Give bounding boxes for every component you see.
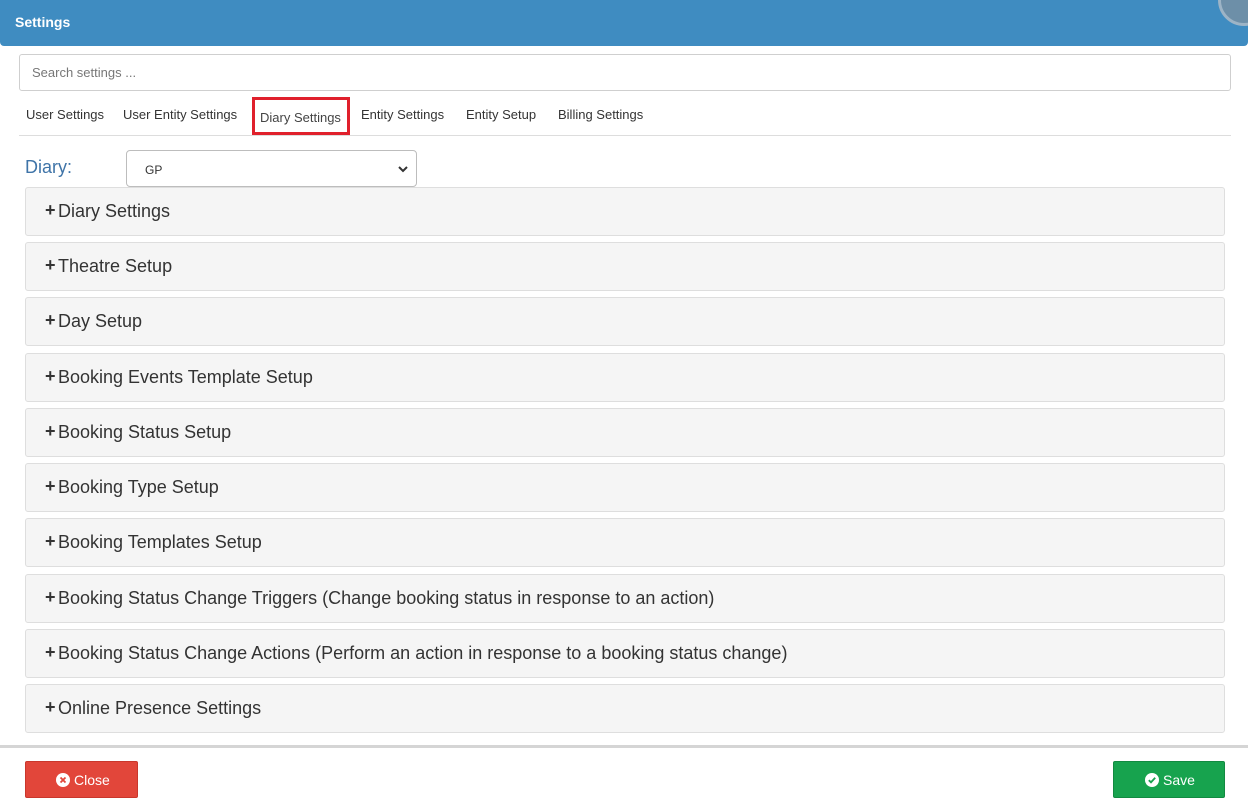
diary-label: Diary: [25,157,73,177]
close-button-label: Close [74,772,110,788]
panel-title: Booking Status Change Triggers (Change b… [58,588,715,608]
check-circle-icon [1145,773,1159,787]
tab-billing-settings[interactable]: Billing Settings [558,107,643,122]
panel-theatre-setup[interactable]: + Theatre Setup [25,242,1225,291]
panel-booking-status-change-actions[interactable]: + Booking Status Change Actions (Perform… [25,629,1225,678]
panel-booking-type-setup[interactable]: + Booking Type Setup [25,463,1225,512]
plus-icon: + [45,366,56,386]
panel-title: Booking Status Change Actions (Perform a… [58,643,788,663]
plus-icon: + [45,697,56,717]
tab-entity-setup[interactable]: Entity Setup [466,107,536,122]
panel-booking-status-change-triggers[interactable]: + Booking Status Change Triggers (Change… [25,574,1225,623]
header-title: Settings [15,14,71,30]
panel-title: Theatre Setup [58,256,173,276]
panel-title: Day Setup [58,311,143,331]
panel-title: Online Presence Settings [58,698,262,718]
panel-online-presence-settings[interactable]: + Online Presence Settings [25,684,1225,733]
settings-tabs: User Settings User Entity Settings Diary… [19,97,1231,136]
panel-title: Booking Events Template Setup [58,367,313,387]
panel-diary-settings[interactable]: + Diary Settings [25,187,1225,236]
save-button-label: Save [1163,772,1195,788]
plus-icon: + [45,200,56,220]
save-button[interactable]: Save [1113,761,1225,798]
panel-title: Booking Templates Setup [58,532,262,552]
panel-booking-templates-setup[interactable]: + Booking Templates Setup [25,518,1225,567]
chevron-down-icon [398,166,408,173]
tab-user-settings[interactable]: User Settings [26,107,104,122]
panel-booking-events-template-setup[interactable]: + Booking Events Template Setup [25,353,1225,402]
settings-header: Settings [0,0,1248,46]
plus-icon: + [45,476,56,496]
panel-title: Booking Status Setup [58,422,232,442]
search-input[interactable] [19,54,1231,91]
times-circle-icon [56,773,70,787]
plus-icon: + [45,310,56,330]
plus-icon: + [45,531,56,551]
tab-diary-settings[interactable]: Diary Settings [252,97,350,135]
plus-icon: + [45,587,56,607]
diary-select[interactable]: GP [126,150,417,187]
plus-icon: + [45,421,56,441]
footer-divider [0,745,1248,748]
panel-day-setup[interactable]: + Day Setup [25,297,1225,346]
plus-icon: + [45,255,56,275]
plus-icon: + [45,642,56,662]
tab-entity-settings[interactable]: Entity Settings [361,107,444,122]
diary-select-value: GP [145,163,163,177]
panel-booking-status-setup[interactable]: + Booking Status Setup [25,408,1225,457]
avatar[interactable] [1218,0,1248,26]
close-button[interactable]: Close [25,761,138,798]
panel-title: Booking Type Setup [58,477,219,497]
tab-user-entity-settings[interactable]: User Entity Settings [123,107,237,122]
panel-title: Diary Settings [58,201,171,221]
